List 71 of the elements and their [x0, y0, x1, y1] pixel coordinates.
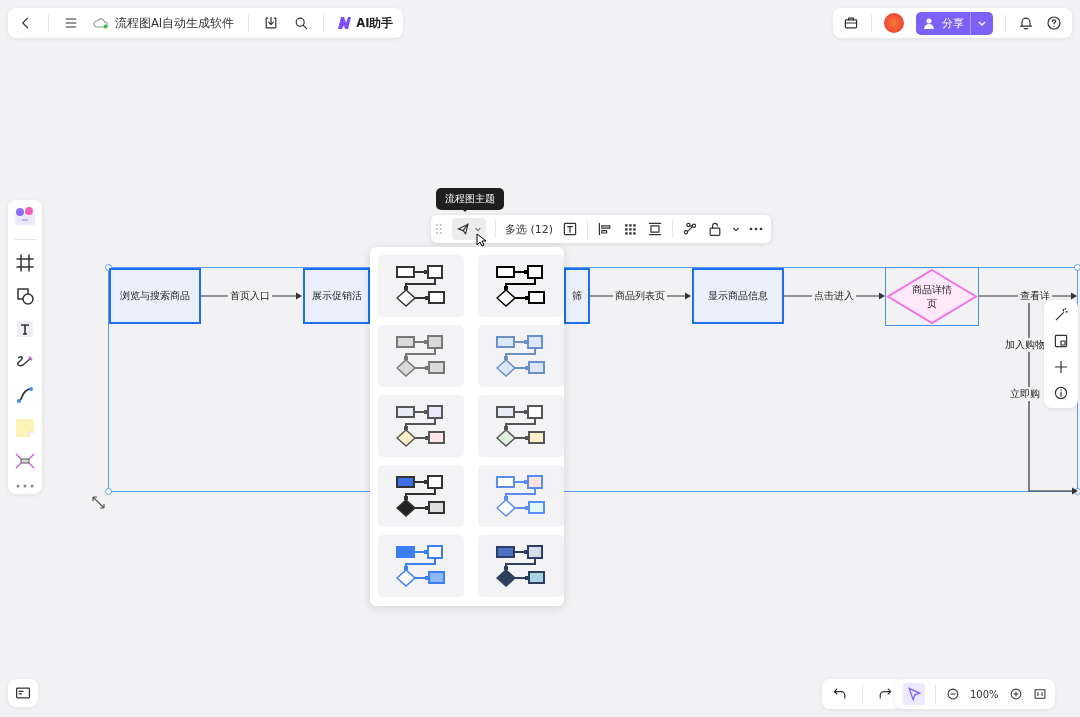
select-tool-button[interactable] — [903, 683, 925, 705]
more-icon[interactable] — [749, 227, 764, 231]
theme-option[interactable] — [378, 255, 464, 317]
edge-label: 商品列表页 — [613, 289, 667, 303]
pointer-icon — [906, 686, 922, 702]
template-library-icon[interactable] — [14, 206, 36, 226]
cloud-icon — [93, 17, 109, 29]
process-node[interactable]: 浏览与搜索商品 — [109, 268, 201, 324]
caret-icon — [474, 225, 482, 233]
shapes-icon[interactable] — [15, 286, 35, 306]
process-node[interactable]: 筛 — [564, 268, 590, 324]
edge-label: 立即购 — [1008, 387, 1042, 401]
share-button[interactable]: 分享 — [916, 11, 993, 35]
grid-icon[interactable] — [622, 221, 639, 237]
briefcase-icon[interactable] — [843, 15, 859, 31]
flowchart-preview-drawing — [496, 544, 546, 588]
theme-option[interactable] — [478, 535, 564, 597]
paper-plane-icon — [456, 221, 472, 237]
text-icon[interactable] — [562, 221, 579, 237]
edge-label: 首页入口 — [228, 289, 272, 303]
process-node[interactable]: 显示商品信息 — [692, 268, 784, 324]
flowchart-preview-drawing — [396, 404, 446, 448]
process-node[interactable]: 展示促销活 — [303, 268, 370, 324]
tooltip: 流程图主题 — [436, 188, 504, 210]
redo-icon[interactable] — [877, 686, 893, 702]
drag-handle-icon[interactable] — [435, 223, 443, 235]
theme-option[interactable] — [378, 395, 464, 457]
minimap-icon[interactable] — [15, 685, 31, 701]
flowchart-preview-drawing — [496, 474, 546, 518]
edge-label: 点击进入 — [812, 289, 856, 303]
zoom-level[interactable]: 100% — [970, 688, 999, 700]
search-icon[interactable] — [293, 15, 310, 31]
flowchart-preview-drawing — [496, 334, 546, 378]
text-tool-icon[interactable] — [15, 319, 35, 339]
connector-tool-icon[interactable] — [15, 385, 35, 405]
frame-icon[interactable] — [15, 253, 35, 273]
undo-icon[interactable] — [832, 686, 848, 702]
edge-label: 查看详 — [1018, 289, 1052, 303]
resize-handle-icon[interactable] — [92, 496, 105, 509]
edge-label: 加入购物 — [1003, 338, 1047, 352]
theme-option[interactable] — [478, 255, 564, 317]
selection-count: 多选 (12) — [505, 221, 554, 237]
theme-option[interactable] — [478, 395, 564, 457]
magic-wand-icon[interactable] — [1053, 307, 1069, 323]
theme-option[interactable] — [378, 465, 464, 527]
frame-fit-icon[interactable] — [647, 221, 664, 237]
user-icon — [924, 17, 936, 29]
menu-icon[interactable] — [63, 15, 79, 31]
add-icon[interactable] — [1053, 359, 1069, 375]
ai-logo-icon — [338, 17, 353, 29]
flowchart-preview-drawing — [396, 264, 446, 308]
decision-node[interactable]: 商品详情页 — [886, 268, 978, 325]
flowchart-preview-drawing — [496, 404, 546, 448]
user-avatar[interactable] — [884, 13, 904, 33]
flowchart-preview-drawing — [396, 544, 446, 588]
help-icon[interactable] — [1046, 15, 1062, 31]
flowchart-preview-drawing — [396, 334, 446, 378]
document-title: 流程图AI自动生成软件 — [115, 15, 235, 31]
theme-button[interactable] — [452, 218, 486, 240]
zoom-out-icon[interactable] — [946, 687, 960, 701]
fit-screen-icon[interactable] — [1032, 687, 1047, 701]
flowchart-preview-drawing — [396, 474, 446, 518]
caret-icon[interactable] — [732, 225, 741, 233]
bell-icon[interactable] — [1018, 15, 1034, 31]
connector-icon[interactable] — [682, 221, 699, 237]
mind-map-icon[interactable] — [15, 451, 35, 471]
ai-assistant-button[interactable]: AI助手 — [338, 15, 394, 31]
zoom-in-icon[interactable] — [1008, 687, 1023, 701]
info-icon[interactable] — [1053, 385, 1069, 401]
flowchart-preview-drawing — [496, 264, 546, 308]
layout-icon[interactable] — [1053, 333, 1069, 349]
